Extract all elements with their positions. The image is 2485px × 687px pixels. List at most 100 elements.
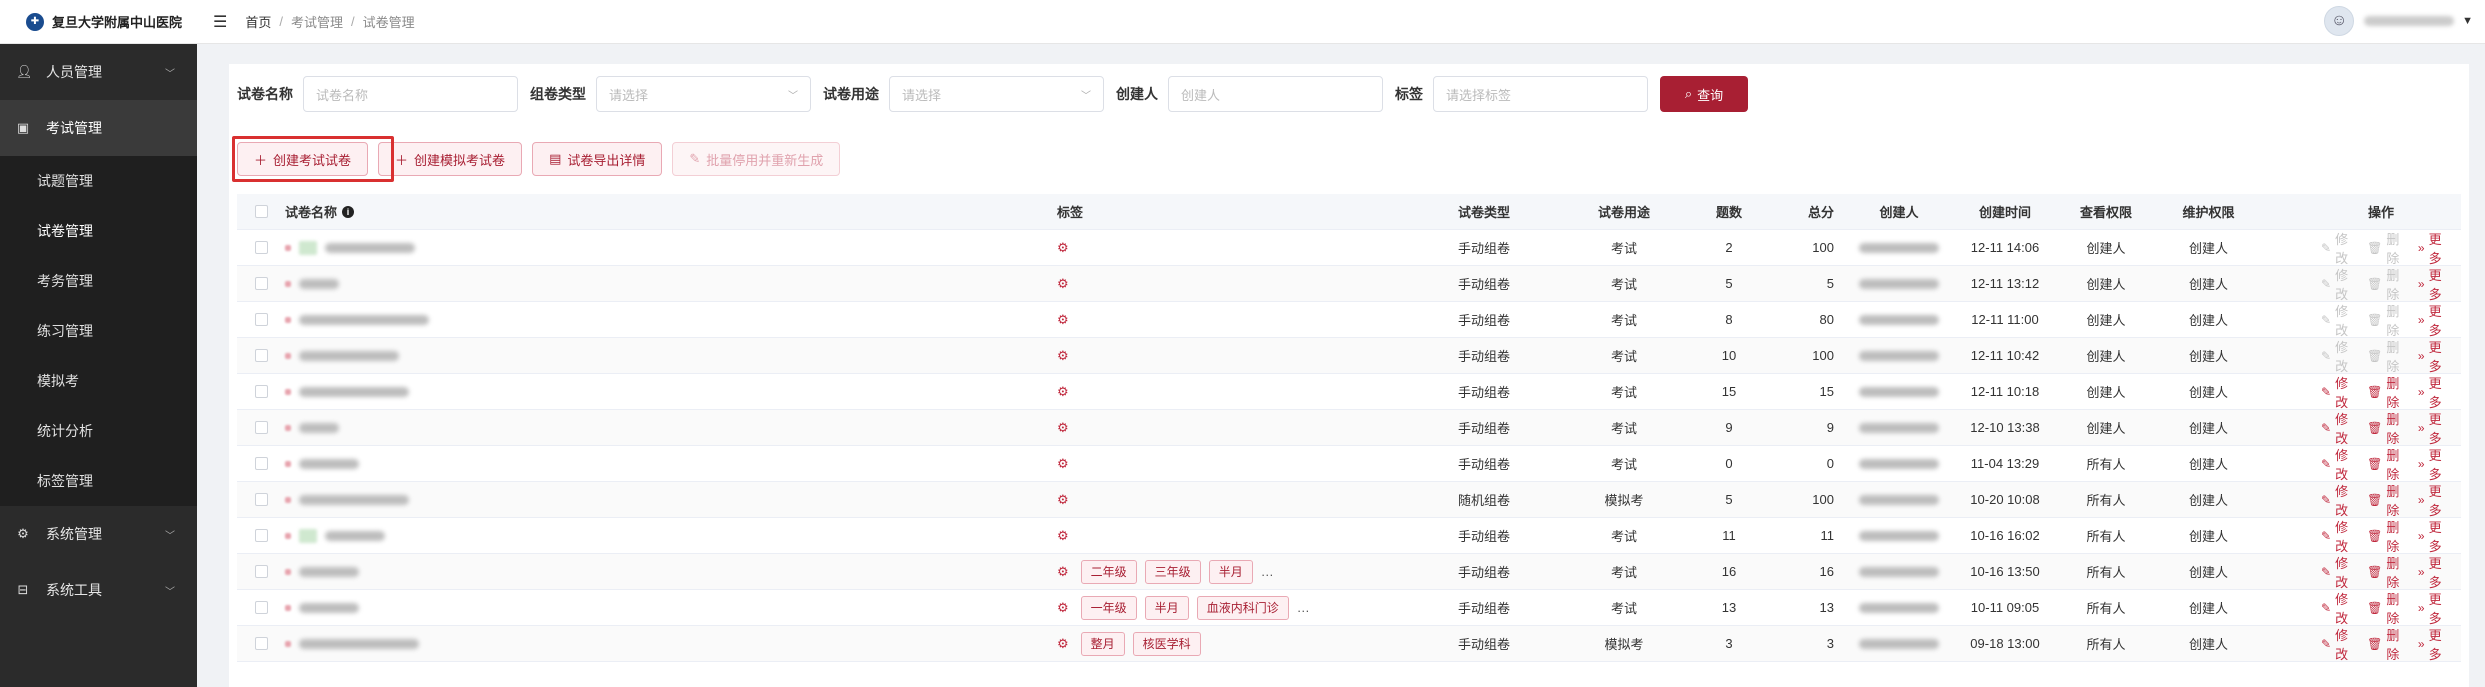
edit-button[interactable]: ✎ 修改 bbox=[2321, 625, 2357, 663]
more-button[interactable]: » 更多 bbox=[2418, 229, 2451, 267]
more-button[interactable]: » 更多 bbox=[2418, 517, 2451, 555]
delete-button[interactable]: 🗑︎ 删除 bbox=[2367, 481, 2408, 519]
tag-settings-icon[interactable]: ⚙ bbox=[1057, 384, 1069, 400]
sidebar-item-system[interactable]: ⚙ 系统管理 ﹀ bbox=[0, 506, 197, 562]
more-button[interactable]: » 更多 bbox=[2418, 445, 2451, 483]
query-button[interactable]: ⌕ 查询 bbox=[1660, 76, 1748, 112]
row-checkbox[interactable] bbox=[254, 421, 268, 434]
tag-settings-icon[interactable]: ⚙ bbox=[1057, 492, 1069, 508]
edit-button[interactable]: ✎ 修改 bbox=[2321, 373, 2357, 411]
tag-settings-icon[interactable]: ⚙ bbox=[1057, 276, 1069, 292]
tag-settings-icon[interactable]: ⚙ bbox=[1057, 240, 1069, 256]
paper-name[interactable] bbox=[285, 638, 1057, 649]
row-checkbox[interactable] bbox=[254, 313, 268, 326]
delete-button[interactable]: 🗑︎ 删除 bbox=[2367, 625, 2408, 663]
edit-button[interactable]: ✎ 修改 bbox=[2321, 589, 2357, 627]
tag-settings-icon[interactable]: ⚙ bbox=[1057, 564, 1069, 580]
delete-button[interactable]: 🗑︎ 删除 bbox=[2367, 445, 2408, 483]
more-button[interactable]: » 更多 bbox=[2418, 625, 2451, 663]
paper-name[interactable] bbox=[285, 528, 1057, 543]
tag-select[interactable]: 请选择标签 bbox=[1433, 76, 1648, 112]
row-checkbox[interactable] bbox=[254, 241, 268, 254]
create-mock-paper-button[interactable]: ＋创建模拟考试卷 bbox=[378, 142, 523, 176]
row-checkbox[interactable] bbox=[254, 457, 268, 470]
paper-name[interactable] bbox=[285, 602, 1057, 613]
sidebar-subitem-practice[interactable]: 练习管理 bbox=[0, 306, 197, 356]
more-button[interactable]: » 更多 bbox=[2418, 301, 2451, 339]
edit-button[interactable]: ✎ 修改 bbox=[2321, 229, 2357, 267]
row-checkbox[interactable] bbox=[254, 493, 268, 506]
sidebar-item-exam[interactable]: ▣ 考试管理 bbox=[0, 100, 197, 156]
row-checkbox[interactable] bbox=[254, 529, 268, 542]
use-select[interactable]: 请选择 ﹀ bbox=[889, 76, 1104, 112]
edit-button[interactable]: ✎ 修改 bbox=[2321, 553, 2357, 591]
delete-button[interactable]: 🗑︎ 删除 bbox=[2367, 301, 2408, 339]
paper-name[interactable] bbox=[285, 386, 1057, 397]
breadcrumb-home[interactable]: 首页 bbox=[245, 12, 271, 31]
creator-input[interactable]: 创建人 bbox=[1168, 76, 1383, 112]
more-button[interactable]: » 更多 bbox=[2418, 553, 2451, 591]
name-input[interactable]: 试卷名称 bbox=[303, 76, 518, 112]
more-button[interactable]: » 更多 bbox=[2418, 481, 2451, 519]
sidebar-subitem-affairs[interactable]: 考务管理 bbox=[0, 256, 197, 306]
sidebar-subitem-mock[interactable]: 模拟考 bbox=[0, 356, 197, 406]
delete-button[interactable]: 🗑︎ 删除 bbox=[2367, 553, 2408, 591]
row-checkbox[interactable] bbox=[254, 565, 268, 578]
row-checkbox[interactable] bbox=[254, 385, 268, 398]
sidebar-subitem-tags[interactable]: 标签管理 bbox=[0, 456, 197, 506]
batch-disable-button[interactable]: ✎ 批量停用并重新生成 bbox=[672, 142, 841, 176]
tag-settings-icon[interactable]: ⚙ bbox=[1057, 312, 1069, 328]
delete-button[interactable]: 🗑︎ 删除 bbox=[2367, 589, 2408, 627]
paper-name[interactable] bbox=[285, 314, 1057, 325]
info-icon[interactable]: i bbox=[342, 205, 355, 218]
row-checkbox[interactable] bbox=[254, 601, 268, 614]
breadcrumb-exam[interactable]: 考试管理 bbox=[291, 12, 343, 31]
delete-button[interactable]: 🗑︎ 删除 bbox=[2367, 265, 2408, 303]
brand[interactable]: ✚ 复旦大学附属中山医院 bbox=[0, 0, 197, 44]
tag-settings-icon[interactable]: ⚙ bbox=[1057, 600, 1069, 616]
sidebar-subitem-papers[interactable]: 试卷管理 bbox=[0, 206, 197, 256]
export-details-button[interactable]: ▤ 试卷导出详情 bbox=[532, 142, 663, 176]
caret-down-icon[interactable]: ▼ bbox=[2462, 15, 2473, 27]
sidebar-subitem-questions[interactable]: 试题管理 bbox=[0, 156, 197, 206]
menu-toggle-icon[interactable]: ☰ bbox=[213, 12, 227, 32]
delete-button[interactable]: 🗑︎ 删除 bbox=[2367, 337, 2408, 375]
more-button[interactable]: » 更多 bbox=[2418, 589, 2451, 627]
delete-button[interactable]: 🗑︎ 删除 bbox=[2367, 517, 2408, 555]
sidebar-item-tools[interactable]: ⊟ 系统工具 ﹀ bbox=[0, 562, 197, 618]
more-button[interactable]: » 更多 bbox=[2418, 265, 2451, 303]
tag-settings-icon[interactable]: ⚙ bbox=[1057, 456, 1069, 472]
sidebar-item-people[interactable]: 👤︎ 人员管理 ﹀ bbox=[0, 44, 197, 100]
delete-button[interactable]: 🗑︎ 删除 bbox=[2367, 229, 2408, 267]
paper-name[interactable] bbox=[285, 240, 1057, 255]
user-menu[interactable]: ☺ ▼ bbox=[2324, 6, 2473, 36]
edit-button[interactable]: ✎ 修改 bbox=[2321, 301, 2357, 339]
row-checkbox[interactable] bbox=[254, 637, 268, 650]
sidebar-subitem-stats[interactable]: 统计分析 bbox=[0, 406, 197, 456]
edit-button[interactable]: ✎ 修改 bbox=[2321, 445, 2357, 483]
paper-name[interactable] bbox=[285, 494, 1057, 505]
avatar[interactable]: ☺ bbox=[2324, 6, 2355, 36]
row-checkbox[interactable] bbox=[254, 349, 268, 362]
more-button[interactable]: » 更多 bbox=[2418, 409, 2451, 447]
paper-name[interactable] bbox=[285, 422, 1057, 433]
more-button[interactable]: » 更多 bbox=[2418, 337, 2451, 375]
delete-button[interactable]: 🗑︎ 删除 bbox=[2367, 409, 2408, 447]
tag-settings-icon[interactable]: ⚙ bbox=[1057, 528, 1069, 544]
edit-button[interactable]: ✎ 修改 bbox=[2321, 337, 2357, 375]
row-checkbox[interactable] bbox=[254, 277, 268, 290]
paper-name[interactable] bbox=[285, 350, 1057, 361]
tag-settings-icon[interactable]: ⚙ bbox=[1057, 636, 1069, 652]
tag-settings-icon[interactable]: ⚙ bbox=[1057, 420, 1069, 436]
paper-name[interactable] bbox=[285, 458, 1057, 469]
paper-name[interactable] bbox=[285, 566, 1057, 577]
delete-button[interactable]: 🗑︎ 删除 bbox=[2367, 373, 2408, 411]
edit-button[interactable]: ✎ 修改 bbox=[2321, 409, 2357, 447]
more-button[interactable]: » 更多 bbox=[2418, 373, 2451, 411]
group-type-select[interactable]: 请选择 ﹀ bbox=[596, 76, 811, 112]
edit-button[interactable]: ✎ 修改 bbox=[2321, 481, 2357, 519]
edit-button[interactable]: ✎ 修改 bbox=[2321, 517, 2357, 555]
select-all-checkbox[interactable] bbox=[254, 205, 268, 218]
edit-button[interactable]: ✎ 修改 bbox=[2321, 265, 2357, 303]
paper-name[interactable] bbox=[285, 278, 1057, 289]
